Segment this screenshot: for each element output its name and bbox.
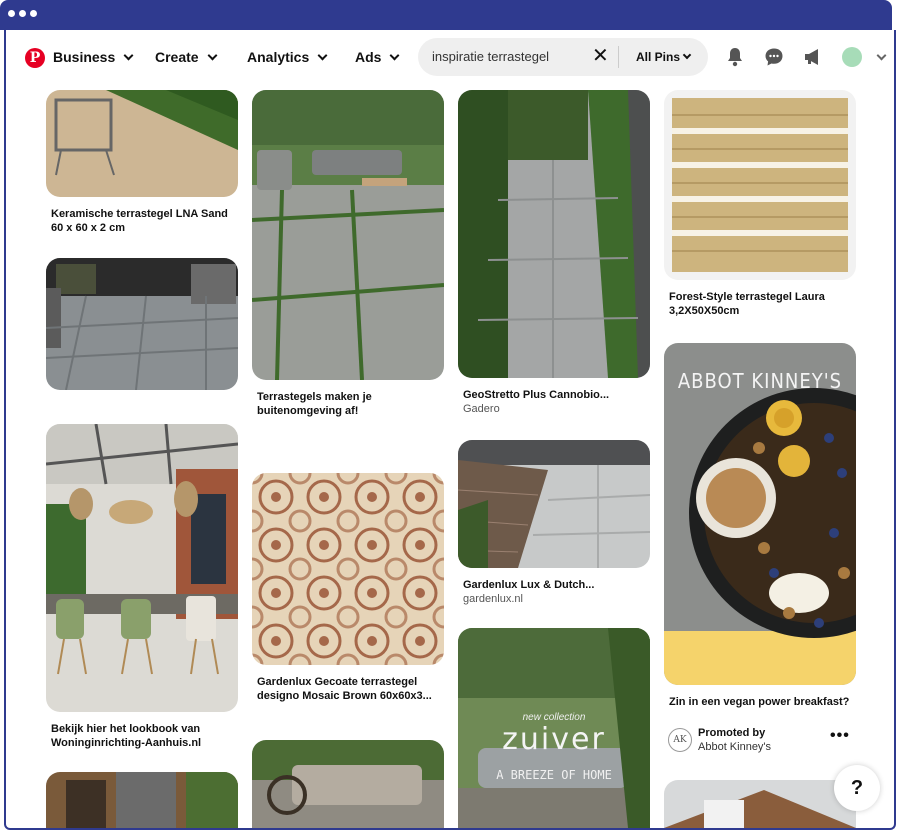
pin-card[interactable]: Keramische terrastegel LNA Sand 60 x 60 …: [46, 90, 238, 235]
pin-title: Gardenlux Lux & Dutch...: [463, 579, 595, 591]
pin-card[interactable]: Bekijk hier het lookbook van Woninginric…: [46, 424, 238, 750]
search-divider: [618, 46, 619, 68]
pin-image[interactable]: ABBOT KINNEY'S: [664, 343, 856, 685]
search-bar: inspiratie terrastegel ✕ All Pins: [418, 38, 708, 76]
pin-image[interactable]: [46, 424, 238, 712]
pin-card[interactable]: new collection zuiver A BREEZE OF HOME: [458, 628, 650, 828]
close-icon[interactable]: ✕: [592, 45, 609, 67]
chevron-down-icon[interactable]: [876, 50, 887, 61]
pin-title: Bekijk hier het lookbook van Woninginric…: [51, 723, 202, 749]
pin-title: Gardenlux Gecoate terrastegel designo Mo…: [257, 676, 432, 702]
promoter-info: Promoted by Abbot Kinney's: [698, 726, 771, 754]
window-titlebar: [0, 0, 892, 30]
megaphone-icon[interactable]: [800, 44, 826, 70]
promoter-avatar[interactable]: AK: [668, 728, 692, 752]
pin-image[interactable]: [46, 90, 238, 197]
avatar[interactable]: [842, 47, 862, 67]
pin-card[interactable]: [664, 780, 856, 828]
pin-source: gardenlux.nl: [463, 593, 523, 605]
chevron-down-icon: [123, 50, 134, 60]
pin-title: GeoStretto Plus Cannobio...: [463, 389, 610, 401]
pin-image[interactable]: [252, 740, 444, 828]
pin-card[interactable]: Terrastegels maken je buitenomgeving af!: [252, 90, 444, 418]
pin-card[interactable]: [46, 772, 238, 828]
promo-brand-overlay: ABBOT KINNEY'S: [677, 369, 843, 393]
pin-image[interactable]: [46, 258, 238, 390]
search-filter-label: All Pins: [636, 50, 681, 64]
pin-card[interactable]: ABBOT KINNEY'S Zin in een vegan power br…: [664, 343, 856, 709]
pin-image[interactable]: [252, 90, 444, 380]
nav-ads-label: Ads: [355, 49, 382, 65]
nav-create-label: Create: [155, 49, 199, 65]
pin-card[interactable]: GeoStretto Plus Cannobio... Gadero: [458, 90, 650, 416]
pin-image[interactable]: [252, 473, 444, 665]
nav-analytics[interactable]: Analytics: [247, 49, 328, 65]
pin-image[interactable]: new collection zuiver A BREEZE OF HOME: [458, 628, 650, 828]
search-input[interactable]: inspiratie terrastegel: [432, 49, 549, 64]
nav-ads[interactable]: Ads: [355, 49, 400, 65]
pin-card[interactable]: Gardenlux Gecoate terrastegel designo Mo…: [252, 473, 444, 703]
window-dot: [30, 10, 37, 17]
window-dots: [8, 10, 37, 17]
nav-business[interactable]: Business: [53, 49, 134, 65]
promoted-label: Promoted by: [698, 727, 766, 739]
pin-card[interactable]: Forest-Style terrastegel Laura 3,2X50X50…: [664, 90, 856, 318]
promoter-name[interactable]: Abbot Kinney's: [698, 740, 771, 754]
pin-image[interactable]: [664, 780, 856, 828]
pin-title: Keramische terrastegel LNA Sand 60 x 60 …: [51, 208, 228, 234]
overlay-tagline: A BREEZE OF HOME: [496, 768, 612, 782]
pin-image[interactable]: [458, 440, 650, 568]
help-button[interactable]: ?: [834, 765, 880, 811]
pin-image[interactable]: [458, 90, 650, 378]
search-filter-dropdown[interactable]: All Pins: [636, 50, 692, 64]
overlay-brand: zuiver: [502, 722, 606, 757]
pin-source: Gadero: [463, 403, 500, 415]
pin-card[interactable]: [252, 740, 444, 828]
window-dot: [8, 10, 15, 17]
chevron-down-icon: [317, 50, 328, 60]
chevron-down-icon: [390, 50, 400, 60]
nav-create[interactable]: Create: [155, 49, 218, 65]
nav-analytics-label: Analytics: [247, 49, 310, 65]
bell-icon[interactable]: [722, 44, 748, 70]
pinterest-logo-icon[interactable]: P: [25, 48, 45, 68]
pin-image[interactable]: [664, 90, 856, 280]
more-options-icon[interactable]: •••: [830, 727, 850, 745]
pin-title: Zin in een vegan power breakfast?: [669, 696, 850, 708]
nav-business-label: Business: [53, 49, 116, 65]
pin-title: Forest-Style terrastegel Laura 3,2X50X50…: [669, 291, 825, 317]
pin-image[interactable]: [46, 772, 238, 828]
window-dot: [19, 10, 26, 17]
pin-card[interactable]: Gardenlux Lux & Dutch... gardenlux.nl: [458, 440, 650, 606]
chevron-down-icon: [207, 50, 218, 60]
promoted-by[interactable]: AK Promoted by Abbot Kinney's: [668, 726, 771, 754]
chat-icon[interactable]: [761, 44, 787, 70]
chevron-down-icon: [682, 50, 692, 60]
pin-title: Terrastegels maken je buitenomgeving af!: [257, 391, 372, 417]
pin-card[interactable]: [46, 258, 238, 390]
top-navigation: P Business Create Analytics Ads inspirat…: [6, 30, 894, 86]
